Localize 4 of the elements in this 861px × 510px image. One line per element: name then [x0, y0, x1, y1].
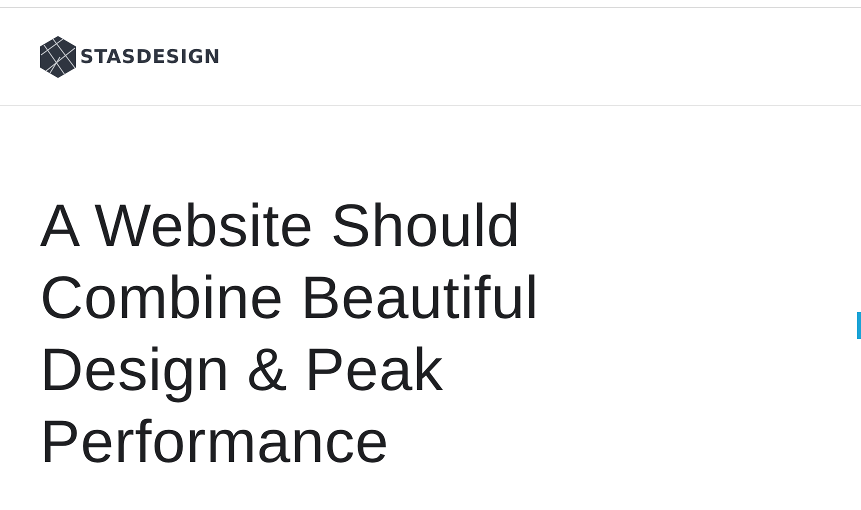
hero-heading: A Website Should Combine Beautiful Design & Peak Performance: [40, 191, 539, 477]
logo-wordmark[interactable]: STASDESIGN: [80, 46, 221, 68]
accent-bar: [857, 312, 861, 339]
hexagon-logo-icon[interactable]: [38, 34, 78, 78]
